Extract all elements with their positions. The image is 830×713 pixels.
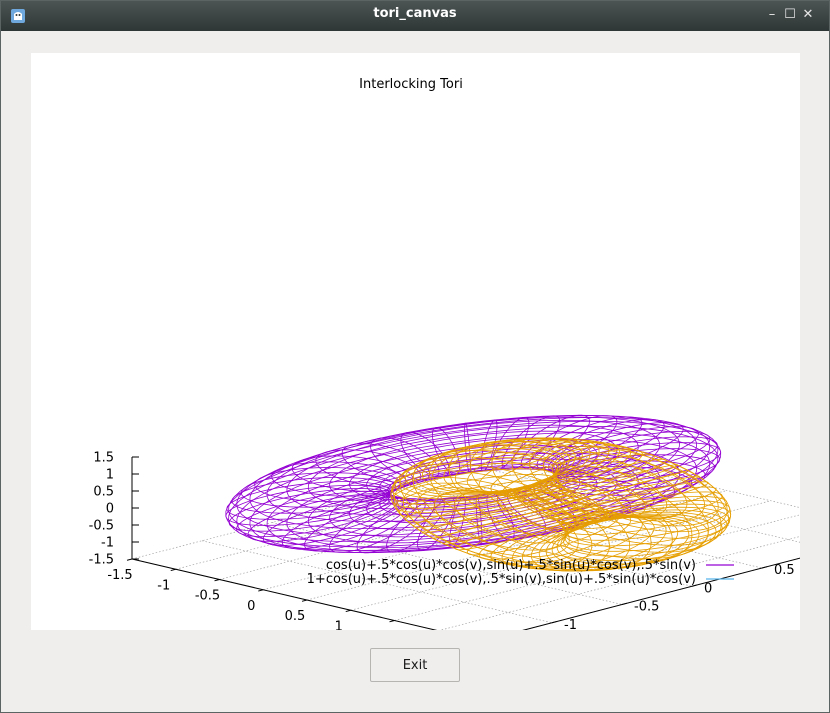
y-tick [761, 566, 768, 569]
z-tick-label: 0.5 [93, 485, 114, 500]
maximize-icon[interactable]: ☐ [782, 7, 798, 23]
plot-canvas: Interlocking Tori -1.5-1-0.500.511.522.5… [31, 53, 830, 665]
z-tick-label: 1.5 [93, 451, 114, 466]
exit-button[interactable]: Exit [370, 648, 460, 682]
x-tick-label: -0.5 [195, 589, 220, 604]
z-tick-label: -1 [101, 536, 114, 551]
minimize-icon[interactable]: – [764, 7, 780, 23]
x-tick-label: 1 [335, 619, 343, 630]
legend: cos(u)+.5*cos(u)*cos(v),sin(u)+.5*sin(u)… [307, 558, 734, 587]
y-tick-label: -0.5 [634, 600, 659, 615]
torus-1-surface [225, 414, 722, 554]
title-bar[interactable]: tori_canvas – ☐ ✕ [1, 1, 829, 31]
torus-plot: Interlocking Tori -1.5-1-0.500.511.522.5… [89, 77, 830, 665]
x-tick-label: 1.5 [372, 630, 393, 631]
x-tick-label: 0 [247, 599, 255, 614]
surfaces [225, 414, 732, 572]
x-tick [301, 599, 308, 602]
legend-label-torus-1: cos(u)+.5*cos(u)*cos(v),sin(u)+.5*sin(u)… [326, 558, 696, 573]
app-window: tori_canvas – ☐ ✕ Interlocking Tori -1.5… [0, 0, 830, 713]
x-tick [345, 609, 351, 613]
y-tick-label: -1 [564, 618, 577, 630]
axes [126, 456, 830, 643]
z-tick-label: 0 [106, 502, 114, 517]
x-tick [389, 620, 395, 623]
z-tick-label: -0.5 [89, 519, 114, 534]
legend-label-torus-2: 1+cos(u)+.5*cos(u)*cos(v),.5*sin(v),sin(… [307, 572, 696, 587]
x-tick [170, 568, 176, 572]
window-title: tori_canvas [373, 6, 457, 21]
x-tick [258, 589, 264, 592]
chart-title: Interlocking Tori [359, 77, 463, 92]
y-tick-label: 0 [704, 581, 712, 596]
y-tick [551, 620, 558, 624]
z-tick-label: 1 [106, 468, 114, 483]
close-icon[interactable]: ✕ [800, 7, 816, 23]
z-tick-label: -1.5 [89, 553, 114, 568]
x-tick-label: 0.5 [285, 609, 306, 624]
x-tick-label: -1.5 [107, 568, 132, 583]
x-tick [214, 579, 220, 582]
y-tick-label: 0.5 [774, 563, 795, 578]
x-tick [126, 558, 133, 561]
y-tick [621, 602, 628, 605]
x-tick-label: -1 [157, 578, 170, 593]
